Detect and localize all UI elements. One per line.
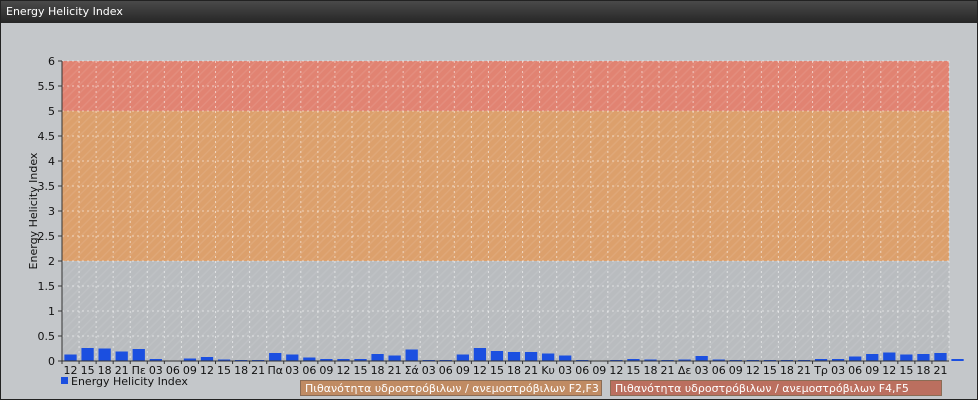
x-tick-label-41: 15 [763,364,777,377]
x-tick-label-29: 03 [558,364,572,377]
x-tick-label-24: 12 [473,364,487,377]
x-tick-label-13: 03 [285,364,299,377]
legend-band-f4f5: Πιθανότητα υδροστρόβιλων / ανεμοστρόβιλω… [610,380,942,396]
x-tick-label-48: 12 [882,364,896,377]
x-tick-label-37: 03 [695,364,709,377]
x-tick-label-47: 09 [865,364,879,377]
bar-3[interactable] [115,351,128,362]
x-tick-label-21: 03 [422,364,436,377]
x-tick-label-30: 06 [575,364,589,377]
bar-51[interactable] [934,353,947,361]
bar-25[interactable] [490,351,504,361]
bar-2[interactable] [98,348,111,362]
bar-0[interactable] [64,354,77,362]
x-tick-label-28: Κυ [541,364,555,377]
bar-26[interactable] [507,352,521,361]
legend-series-label: Energy Helicity Index [71,375,188,388]
x-tick-label-38: 06 [712,364,726,377]
legend-swatch [61,377,68,384]
bar-14[interactable] [303,357,316,362]
y-tick-label-4: 2 [48,255,55,268]
x-tick-label-9: 15 [217,364,231,377]
x-tick-label-26: 18 [507,364,521,377]
bar-8[interactable] [200,357,214,361]
y-tick-label-9: 4.5 [38,130,56,143]
x-tick-label-17: 15 [354,364,368,377]
x-tick-label-27: 21 [524,364,538,377]
x-tick-label-8: 12 [200,364,214,377]
x-tick-label-45: 03 [831,364,845,377]
x-tick-label-44: Τρ [813,364,828,377]
bar-4[interactable] [132,349,145,361]
y-axis-label: Energy Helicity Index [27,152,40,269]
x-tick-label-10: 18 [234,364,248,377]
x-tick-label-36: Δε [678,364,692,377]
y-tick-label-0: 0 [48,355,55,368]
bar-20[interactable] [405,349,418,362]
bar-48[interactable] [883,352,896,362]
bar-47[interactable] [866,354,879,361]
y-tick-label-7: 3.5 [38,180,56,193]
x-tick-label-23: 09 [456,364,470,377]
x-tick-label-22: 06 [439,364,453,377]
x-tick-label-20: Σά [405,364,419,377]
bar-46[interactable] [849,356,862,362]
bar-19[interactable] [388,355,401,362]
x-tick-label-31: 09 [592,364,606,377]
bar-29[interactable] [559,355,572,362]
y-tick-label-5: 2.5 [38,230,56,243]
x-tick-label-42: 18 [780,364,794,377]
y-tick-label-10: 5 [48,105,55,118]
y-tick-label-11: 5.5 [38,80,56,93]
bar-13[interactable] [286,354,299,362]
x-tick-label-34: 18 [643,364,657,377]
bar-24[interactable] [473,348,487,361]
x-tick-label-33: 15 [626,364,640,377]
x-tick-label-16: 12 [336,364,350,377]
x-tick-label-43: 21 [797,364,811,377]
y-tick-label-3: 1.5 [38,280,56,293]
bar-23[interactable] [456,354,469,362]
bar-52[interactable] [951,359,964,361]
x-tick-label-40: 12 [746,364,760,377]
y-tick-label-12: 6 [48,55,55,68]
bar-1[interactable] [81,348,94,361]
legend-band-f2f3: Πιθανότητα υδροστρόβιλων / ανεμοστρόβιλω… [300,380,602,396]
x-tick-label-12: Πα [267,364,283,377]
x-tick-label-14: 06 [302,364,316,377]
y-tick-label-1: 0.5 [38,330,56,343]
bar-28[interactable] [542,353,555,362]
x-tick-label-51: 21 [933,364,947,377]
y-tick-label-2: 1 [48,305,55,318]
bar-12[interactable] [269,353,282,361]
x-tick-label-18: 18 [371,364,385,377]
legend-series-item: Energy Helicity Index [61,375,188,388]
x-tick-label-15: 09 [319,364,333,377]
x-tick-label-50: 18 [916,364,930,377]
x-tick-label-11: 21 [251,364,265,377]
bar-27[interactable] [524,352,538,361]
x-tick-label-49: 15 [899,364,913,377]
y-tick-label-6: 3 [48,205,55,218]
x-tick-label-19: 21 [388,364,402,377]
bar-37[interactable] [695,356,708,361]
helicity-chart: 00.511.522.533.544.555.5612 15 18 21 Πε 03 06 0… [27,55,964,377]
x-tick-label-46: 06 [848,364,862,377]
bar-18[interactable] [371,354,384,361]
y-tick-label-8: 4 [48,155,55,168]
x-tick-label-32: 12 [609,364,623,377]
x-tick-label-35: 21 [661,364,675,377]
chart-window: Energy Helicity Index 0 0.5 1 1.5 2 2.5 3 3.5 4 4… [0,0,978,400]
x-tick-label-39: 09 [729,364,743,377]
bar-50[interactable] [917,354,930,361]
x-tick-label-25: 15 [490,364,504,377]
bar-49[interactable] [900,354,913,362]
